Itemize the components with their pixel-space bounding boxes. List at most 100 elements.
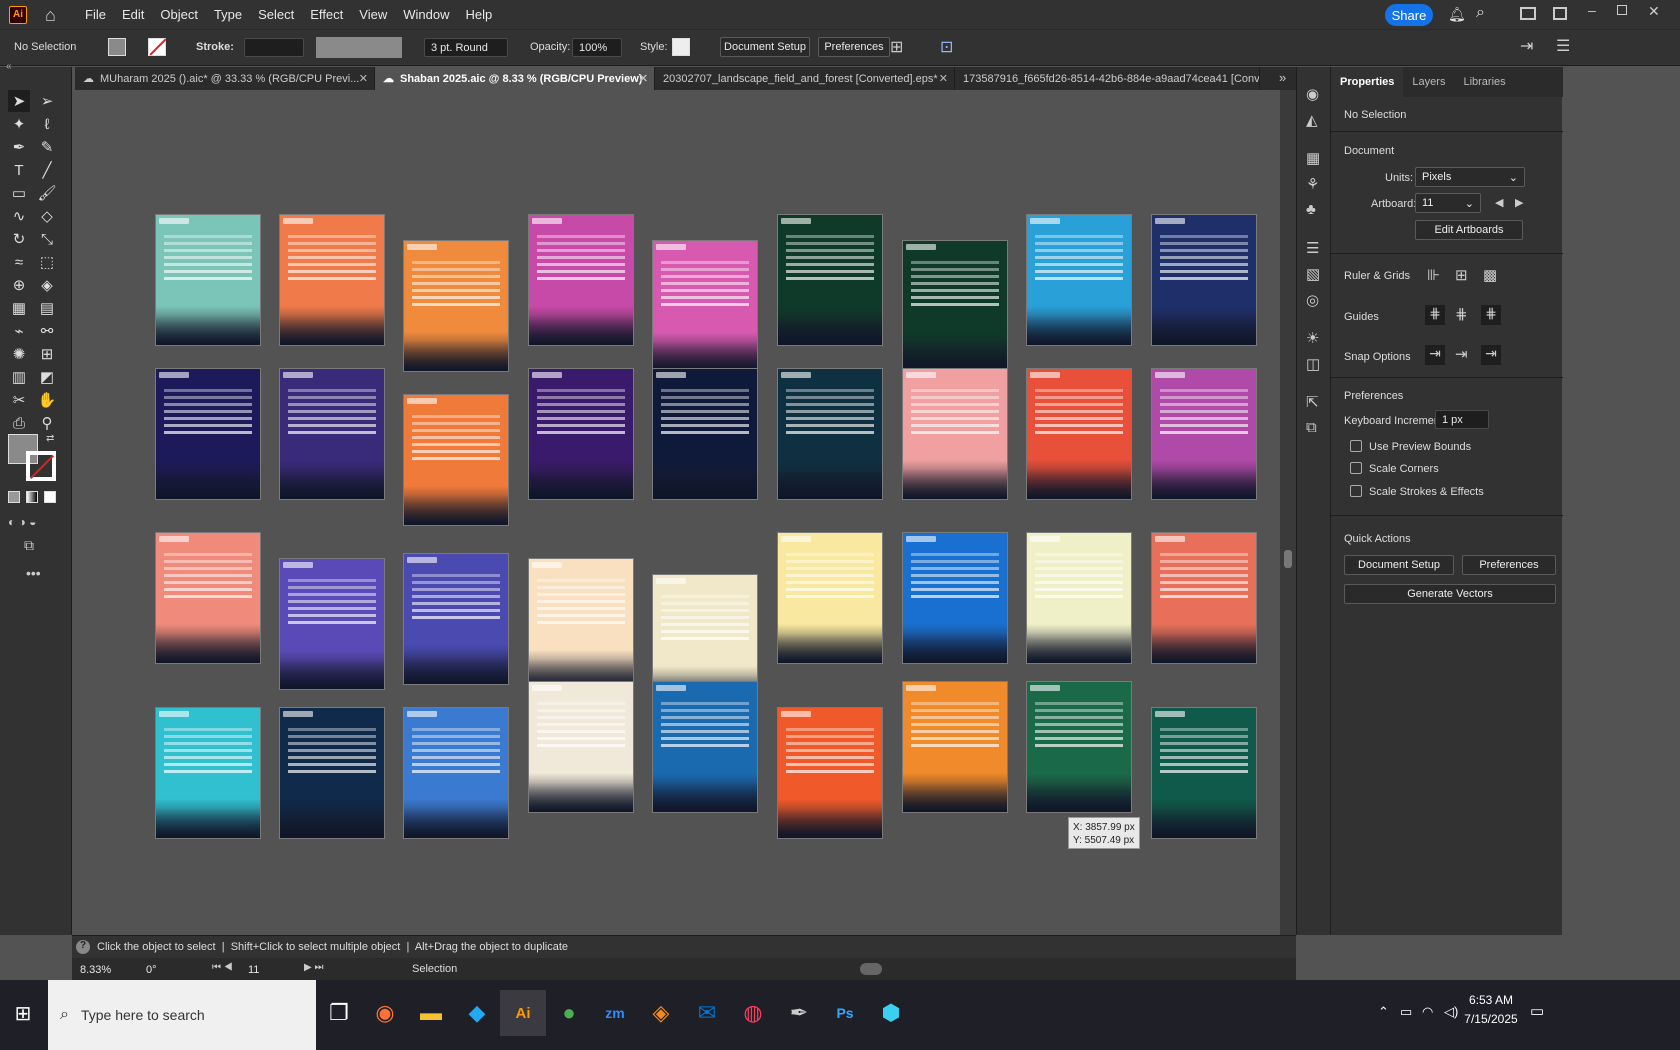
shape-builder-icon[interactable]: ⊕: [8, 274, 30, 296]
artboard-thumbnail[interactable]: [777, 532, 883, 664]
paintbrush-icon[interactable]: 🖌︎: [36, 182, 58, 204]
close-tab-icon[interactable]: ✕: [639, 72, 648, 85]
artboard-canvas[interactable]: X: 3857.99 px Y: 5507.49 px: [72, 90, 1280, 937]
units-dropdown[interactable]: Pixels ⌄: [1415, 167, 1525, 187]
app-blue-icon[interactable]: ⬢: [868, 990, 914, 1036]
taskbar-search[interactable]: ⌕ Type here to search: [48, 980, 316, 1050]
network-icon[interactable]: ▭: [1400, 1004, 1412, 1020]
illustrator-taskbar-icon[interactable]: Ai: [500, 990, 546, 1036]
hand-tool-icon[interactable]: ✋: [36, 389, 58, 411]
gradient-icon[interactable]: ▤: [36, 297, 58, 319]
variable-width-field[interactable]: [316, 37, 402, 58]
print-tiling-icon[interactable]: ⎙: [8, 412, 30, 434]
shaper-icon[interactable]: ∿: [8, 205, 30, 227]
show-guides-icon[interactable]: ⋕: [1425, 305, 1445, 325]
gradient-mode-icon[interactable]: [26, 491, 38, 503]
wifi-icon[interactable]: ◠: [1422, 1004, 1433, 1020]
artboard-thumbnail[interactable]: [652, 240, 758, 372]
lock-guides-icon[interactable]: ⋕: [1455, 305, 1468, 323]
artboard-thumbnail[interactable]: [902, 532, 1008, 664]
snap-glyph-icon[interactable]: ⇥: [1481, 345, 1501, 365]
document-setup-button[interactable]: Document Setup: [1344, 555, 1454, 575]
snap-point-icon[interactable]: ⇥: [1425, 345, 1445, 365]
zoom-field[interactable]: 8.33%: [74, 960, 130, 979]
horizontal-scroll-thumb[interactable]: [860, 963, 882, 975]
notification-bell-icon[interactable]: 🔔︎: [1448, 6, 1466, 23]
artboard-thumbnail[interactable]: [652, 368, 758, 500]
preferences-button[interactable]: Preferences: [818, 37, 890, 57]
close-tab-icon[interactable]: ✕: [939, 72, 948, 85]
smart-guides-icon[interactable]: ⋕: [1481, 305, 1501, 325]
use-preview-bounds-checkbox[interactable]: [1350, 440, 1362, 452]
color-guide-icon[interactable]: ◭: [1306, 111, 1318, 129]
lasso-icon[interactable]: ℓ: [36, 113, 58, 135]
task-view-icon[interactable]: ❐: [316, 990, 362, 1036]
artboard-thumbnail[interactable]: [902, 240, 1008, 372]
brush-field[interactable]: 3 pt. Round: [424, 38, 508, 57]
scroll-thumb[interactable]: [1284, 550, 1292, 568]
blend-icon[interactable]: ⚯: [36, 320, 58, 342]
artboard-thumbnail[interactable]: [1026, 532, 1132, 664]
transparency-icon[interactable]: ◎: [1306, 291, 1319, 309]
taskbar-time[interactable]: 6:53 AM: [1464, 993, 1518, 1007]
artboard-thumbnail[interactable]: [1026, 214, 1132, 346]
artboard-thumbnail[interactable]: [777, 368, 883, 500]
color-mode-icon[interactable]: [8, 491, 20, 503]
align-icon[interactable]: ⊞: [890, 37, 903, 57]
artboard-thumbnail[interactable]: [279, 707, 385, 839]
free-transform-icon[interactable]: ⬚: [36, 251, 58, 273]
hamburger-menu-icon[interactable]: ☰: [1556, 36, 1570, 56]
artboard-thumbnail[interactable]: [528, 214, 634, 346]
photoshop-icon[interactable]: Ps: [822, 990, 868, 1036]
artboard-thumbnail[interactable]: [777, 707, 883, 839]
swatches-icon[interactable]: ▦: [1306, 149, 1320, 167]
grid-icon[interactable]: ⊞: [1455, 266, 1468, 284]
artboard-thumbnail[interactable]: [652, 681, 758, 813]
windows-start-icon[interactable]: ⊞: [0, 990, 46, 1036]
workspace-icon[interactable]: [1520, 7, 1536, 20]
gradient-panel-icon[interactable]: ▧: [1306, 265, 1320, 283]
menu-select[interactable]: Select: [258, 7, 294, 22]
next-artboard-icon[interactable]: ▶: [1515, 196, 1523, 209]
scissors-icon[interactable]: ✂: [8, 389, 30, 411]
stroke-swatch[interactable]: [148, 38, 167, 56]
menu-file[interactable]: File: [85, 7, 106, 22]
document-setup-button[interactable]: Document Setup: [720, 37, 810, 57]
artboard-thumbnail[interactable]: [1151, 707, 1257, 839]
artboard-thumbnail[interactable]: [1151, 368, 1257, 500]
artboard-navigator[interactable]: 11: [242, 960, 292, 979]
export-icon[interactable]: ⇱: [1306, 393, 1319, 411]
search-icon[interactable]: ⌕: [1476, 4, 1485, 22]
slice-icon[interactable]: ◩: [36, 366, 58, 388]
rectangle-tool-icon[interactable]: ▭: [8, 182, 30, 204]
rotate-view-field[interactable]: 0°: [140, 960, 200, 979]
artboard-thumbnail[interactable]: [777, 214, 883, 346]
arrange-icon[interactable]: [1553, 7, 1567, 20]
transparency-grid-icon[interactable]: ▩: [1483, 266, 1497, 284]
keyboard-increment-field[interactable]: 1 px: [1435, 410, 1489, 429]
symbols-icon[interactable]: ♣: [1306, 201, 1316, 218]
magic-wand-icon[interactable]: ✦: [8, 113, 30, 135]
menu-edit[interactable]: Edit: [122, 7, 144, 22]
more-tools-icon[interactable]: •••: [26, 565, 41, 581]
graphic-styles-icon[interactable]: ◫: [1306, 355, 1320, 373]
menu-effect[interactable]: Effect: [310, 7, 343, 22]
artboard-thumbnail[interactable]: [279, 558, 385, 690]
tab-landscape[interactable]: 20302707_landscape_field_and_forest [Con…: [655, 67, 955, 90]
eyedropper-icon[interactable]: ⌁: [8, 320, 30, 342]
vscode-icon[interactable]: ◆: [454, 990, 500, 1036]
line-tool-icon[interactable]: ╱: [36, 159, 58, 181]
tab-muharam[interactable]: ☁ MUharam 2025 ().aic* @ 33.33 % (RGB/CPU…: [75, 67, 375, 90]
live-paint-icon[interactable]: ◈: [36, 274, 58, 296]
scale-icon[interactable]: ⤡: [36, 228, 58, 250]
collapse-toolbar-icon[interactable]: «: [6, 61, 12, 72]
swap-colors-icon[interactable]: ⇄: [46, 433, 54, 444]
panel-options-icon[interactable]: ⇥: [1520, 36, 1533, 56]
artboard-thumbnail[interactable]: [1026, 368, 1132, 500]
eraser-icon[interactable]: ◇: [36, 205, 58, 227]
close-window-icon[interactable]: ✕: [1648, 3, 1660, 20]
artboard-thumbnail[interactable]: [155, 532, 261, 664]
outlook-icon[interactable]: ✉: [684, 990, 730, 1036]
artboard-thumbnail[interactable]: [1151, 214, 1257, 346]
artboard-thumbnail[interactable]: [1026, 681, 1132, 813]
